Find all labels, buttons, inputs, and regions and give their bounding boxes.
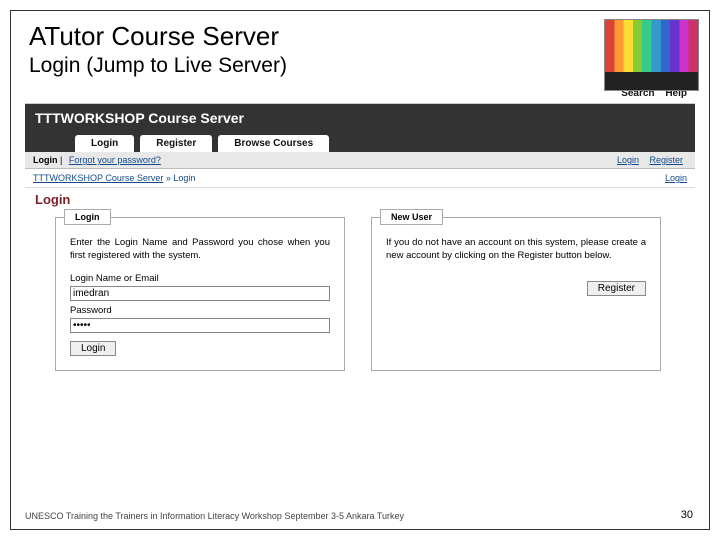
tab-browse[interactable]: Browse Courses: [218, 135, 329, 152]
breadcrumb: TTTWORKSHOP Course Server » Login Login: [25, 169, 695, 188]
main-tabs: Login Register Browse Courses: [75, 135, 329, 152]
brand-title: TTTWORKSHOP Course Server: [35, 110, 244, 126]
login-pass-label: Password: [70, 305, 330, 316]
register-button[interactable]: Register: [587, 281, 646, 296]
crumb-side-login[interactable]: Login: [665, 173, 687, 183]
page-heading: Login: [25, 188, 695, 211]
login-panel: Login Enter the Login Name and Password …: [55, 217, 345, 371]
newuser-legend: New User: [380, 209, 443, 225]
newuser-panel: New User If you do not have an account o…: [371, 217, 661, 371]
tab-login[interactable]: Login: [75, 135, 134, 152]
pipe: |: [60, 155, 65, 165]
page-number: 30: [681, 509, 693, 521]
crumb-current: Login: [173, 173, 195, 183]
subbar-register-link[interactable]: Register: [649, 155, 683, 165]
subbar-login-link[interactable]: Login: [617, 155, 639, 165]
login-button[interactable]: Login: [70, 341, 116, 356]
utility-bar: Search Help: [25, 86, 695, 104]
newuser-text: If you do not have an account on this sy…: [386, 236, 646, 263]
slide-footer: UNESCO Training the Trainers in Informat…: [25, 511, 404, 521]
pencils-image: [604, 19, 699, 91]
login-name-label: Login Name or Email: [70, 273, 330, 284]
login-pass-input[interactable]: [70, 318, 330, 333]
crumb-root[interactable]: TTTWORKSHOP Course Server: [33, 173, 163, 183]
app-screenshot: Search Help TTTWORKSHOP Course Server Lo…: [25, 86, 695, 377]
crumb-sep: »: [163, 173, 173, 183]
subbar-login-label: Login: [33, 155, 58, 165]
sub-bar: Login | Forgot your password? Login Regi…: [25, 152, 695, 169]
login-legend: Login: [64, 209, 111, 225]
login-name-input[interactable]: [70, 286, 330, 301]
forgot-password-link[interactable]: Forgot your password?: [69, 155, 161, 165]
app-header: TTTWORKSHOP Course Server Login Register…: [25, 104, 695, 152]
tab-register[interactable]: Register: [140, 135, 212, 152]
login-text: Enter the Login Name and Password you ch…: [70, 236, 330, 263]
